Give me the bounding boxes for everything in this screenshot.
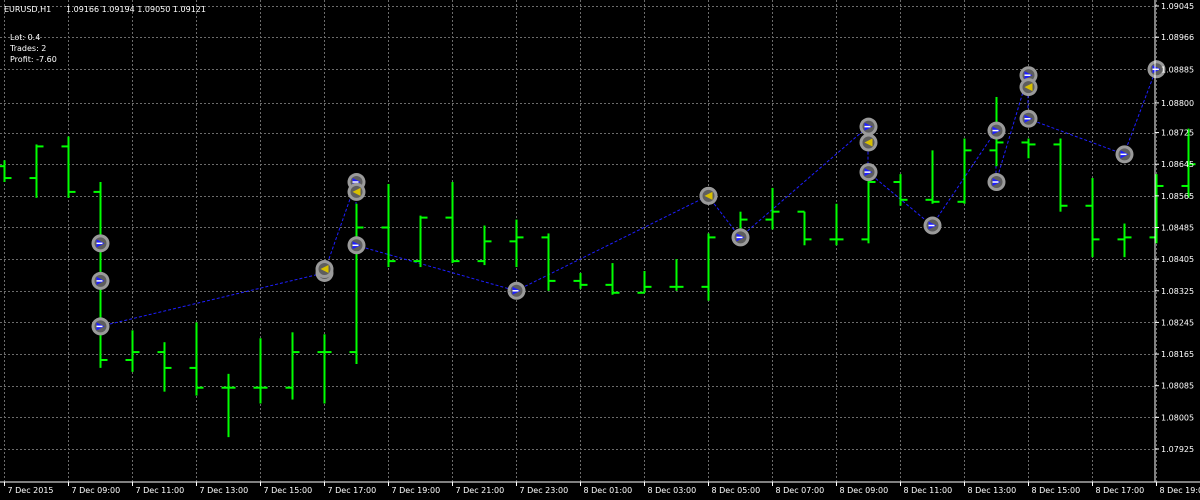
time-tick-label: 7 Dec 09:00: [72, 486, 121, 495]
price-tick-label: 1.08966: [1161, 33, 1194, 42]
price-tick-label: 1.08165: [1161, 350, 1194, 359]
trades-label: Trades: 2: [9, 44, 46, 53]
price-tick-label: 1.07925: [1161, 445, 1194, 454]
time-tick-label: 7 Dec 11:00: [136, 486, 185, 495]
profit-label: Profit: -7.60: [10, 55, 57, 64]
buy-open-marker[interactable]: [1019, 109, 1038, 128]
time-tick-label: 7 Dec 13:00: [200, 486, 249, 495]
time-tick-label: 8 Dec 01:00: [584, 486, 633, 495]
chart-canvas[interactable]: 1.09045 1.08966 1.08885 1.08800 1.08725 1.086…: [0, 0, 1200, 500]
time-tick-label: 8 Dec 07:00: [776, 486, 825, 495]
price-tick-label: 1.08485: [1161, 224, 1194, 233]
chart-header: EURUSD,H1 1.09166 1.09194 1.09050 1.0912…: [4, 5, 206, 14]
buy-open-marker[interactable]: [987, 173, 1006, 192]
buy-open-marker[interactable]: [91, 234, 110, 253]
trade-line: [1123, 69, 1157, 155]
trade-line: [1027, 118, 1125, 155]
time-tick-label: 8 Dec 19:00: [1160, 486, 1200, 495]
trade-line: [355, 244, 517, 292]
time-tick-label: 7 Dec 23:00: [520, 486, 569, 495]
time-tick-label: 8 Dec 13:00: [968, 486, 1017, 495]
time-tick-label: 7 Dec 21:00: [456, 486, 505, 495]
buy-open-marker[interactable]: [91, 317, 110, 336]
buy-open-marker[interactable]: [1115, 145, 1134, 164]
lot-label: Lot: 0.4: [10, 33, 40, 42]
price-tick-label: 1.08565: [1161, 192, 1194, 201]
time-tick-label: 8 Dec 17:00: [1096, 486, 1145, 495]
trade-line: [99, 272, 325, 327]
price-tick-label: 1.08085: [1161, 382, 1194, 391]
buy-open-marker[interactable]: [859, 163, 878, 182]
price-tick-label: 1.08645: [1161, 160, 1194, 169]
time-tick-label: 7 Dec 2015: [8, 486, 54, 495]
trade-lines: [99, 69, 1157, 327]
price-tick-label: 1.08405: [1161, 255, 1194, 264]
buy-open-marker[interactable]: [347, 236, 366, 255]
time-axis-labels: 7 Dec 2015 7 Dec 09:00 7 Dec 11:00 7 Dec 13…: [4, 482, 1200, 495]
buy-close-marker[interactable]: [699, 186, 718, 205]
price-tick-label: 1.08800: [1161, 99, 1194, 108]
price-tick-label: 1.08725: [1161, 129, 1194, 138]
time-tick-label: 7 Dec 15:00: [264, 486, 313, 495]
buy-open-marker[interactable]: [507, 281, 526, 300]
price-tick-label: 1.08245: [1161, 318, 1194, 327]
buy-close-marker[interactable]: [315, 260, 334, 279]
trade-markers: [91, 60, 1166, 336]
buy-open-marker[interactable]: [91, 271, 110, 290]
time-tick-label: 8 Dec 05:00: [712, 486, 761, 495]
buy-open-marker[interactable]: [731, 228, 750, 247]
buy-close-marker[interactable]: [1019, 78, 1038, 97]
buy-close-marker[interactable]: [859, 133, 878, 152]
price-tick-label: 1.08005: [1161, 413, 1194, 422]
price-tick-label: 1.08325: [1161, 287, 1194, 296]
ohlc-label: 1.09166 1.09194 1.09050 1.09121: [66, 5, 206, 14]
buy-open-marker[interactable]: [987, 121, 1006, 140]
price-tick-label: 1.08885: [1161, 65, 1194, 74]
buy-open-marker[interactable]: [859, 117, 878, 136]
grid: [0, 0, 1157, 482]
time-tick-label: 8 Dec 03:00: [648, 486, 697, 495]
time-tick-label: 8 Dec 15:00: [1032, 486, 1081, 495]
symbol-label: EURUSD,H1: [4, 5, 51, 14]
time-tick-label: 8 Dec 09:00: [840, 486, 889, 495]
time-tick-label: 8 Dec 11:00: [904, 486, 953, 495]
price-tick-label: 1.09045: [1161, 2, 1194, 11]
chart-window: 1.09045 1.08966 1.08885 1.08800 1.08725 1.086…: [0, 0, 1200, 500]
time-tick-label: 7 Dec 19:00: [392, 486, 441, 495]
price-axis-labels: 1.09045 1.08966 1.08885 1.08800 1.08725 1.086…: [1155, 2, 1194, 454]
time-tick-label: 7 Dec 17:00: [328, 486, 377, 495]
buy-close-marker[interactable]: [347, 182, 366, 201]
buy-open-marker[interactable]: [923, 216, 942, 235]
